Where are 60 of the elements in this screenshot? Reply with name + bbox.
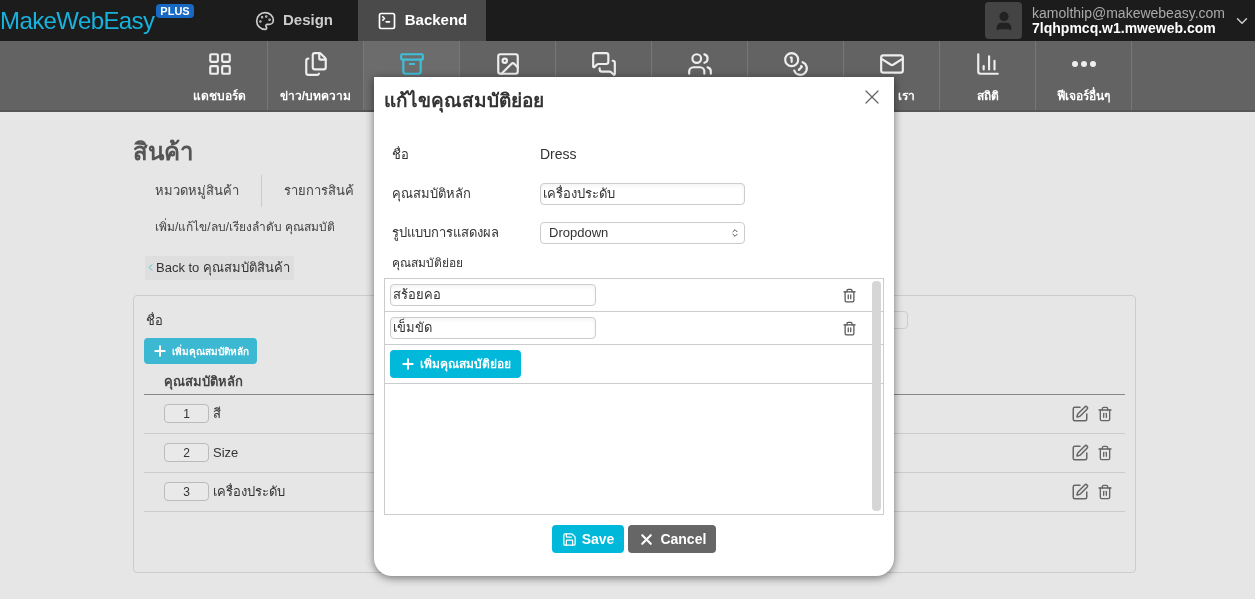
- edit-icon[interactable]: [1071, 404, 1089, 423]
- trash-icon[interactable]: [1097, 483, 1113, 500]
- edit-icon[interactable]: [1071, 443, 1089, 462]
- edit-icon[interactable]: [1071, 482, 1089, 501]
- nav-item[interactable]: สถิติ: [940, 41, 1036, 110]
- sub-attribute-label: คุณสมบัติย่อย: [392, 255, 464, 272]
- plus-badge: PLUS: [156, 4, 194, 18]
- nav-item[interactable]: แดชบอร์ด: [172, 41, 268, 110]
- box-icon: [398, 51, 425, 77]
- people-icon: [686, 51, 713, 77]
- mode-tab[interactable]: Backend: [358, 0, 486, 41]
- more-icon: [1071, 61, 1096, 67]
- site-address: 7lqhpmcq.w1.mweweb.com: [1032, 20, 1216, 36]
- sub-attribute-field[interactable]: สร้อยคอ: [390, 284, 596, 306]
- display-select[interactable]: Dropdown: [540, 221, 745, 244]
- page-subtitle: เพิ่ม/แก้ไข/ลบ/เรียงลำดับ คุณสมบัติ: [155, 218, 336, 236]
- page-title: สินค้า: [133, 137, 193, 167]
- nav-label: ข่าว/บทความ: [279, 88, 352, 105]
- account-email: kamolthip@makewebeasy.com: [1032, 5, 1225, 21]
- nav-label: สถิติ: [976, 88, 999, 105]
- section-tab[interactable]: หมวดหมู่สินค้า: [155, 181, 239, 201]
- coins-icon: [782, 51, 809, 77]
- order-field[interactable]: 3: [164, 482, 209, 502]
- nav-label: เรา: [898, 88, 916, 105]
- nav-label: ฟีเจอร์อื่นๆ: [1057, 87, 1110, 105]
- image-icon: [494, 51, 521, 77]
- grid-icon: [206, 51, 233, 77]
- speech-bubbles-icon: [590, 51, 617, 77]
- field-label: รูปแบบการแสดงผล: [392, 223, 500, 243]
- nav-item[interactable]: ฟีเจอร์อื่นๆ: [1036, 41, 1132, 110]
- cancel-button[interactable]: Cancel: [628, 525, 717, 553]
- order-field[interactable]: 1: [164, 404, 209, 424]
- mode-tab[interactable]: Design: [230, 0, 358, 41]
- trash-icon[interactable]: [1097, 405, 1113, 422]
- main-attribute-field[interactable]: เครื่องประดับ: [540, 182, 745, 205]
- name-value: Dress: [540, 145, 577, 164]
- sub-attribute-field[interactable]: เข็มขัด: [390, 317, 596, 339]
- dialog-title: แก้ไขคุณสมบัติย่อย: [384, 89, 544, 113]
- trash-icon[interactable]: [842, 320, 857, 336]
- save-icon: [561, 531, 577, 547]
- field-label: ชื่อ: [392, 145, 410, 164]
- order-field[interactable]: 2: [164, 443, 209, 463]
- field-label: คุณสมบัติหลัก: [392, 184, 472, 204]
- bar-chart-icon: [974, 51, 1001, 77]
- back-link[interactable]: Back to คุณสมบัติสินค้า: [145, 256, 294, 280]
- attribute-name: เครื่องประดับ: [213, 482, 285, 501]
- nav-label: แดชบอร์ด: [193, 88, 246, 105]
- documents-icon: [302, 51, 329, 77]
- attribute-name: Size: [213, 444, 239, 462]
- name-label: ชื่อ: [145, 311, 163, 330]
- palette-icon: [255, 10, 275, 31]
- brand-logo[interactable]: MakeWebEasy: [0, 6, 155, 36]
- select-arrows-icon: [730, 227, 740, 238]
- envelope-icon: [878, 51, 905, 77]
- trash-icon[interactable]: [1097, 444, 1113, 461]
- section-tab[interactable]: รายการสินค้: [284, 181, 354, 201]
- plus-icon: [400, 356, 416, 372]
- window-tools-icon: [376, 10, 397, 31]
- attribute-name: สี: [213, 405, 221, 423]
- trash-icon[interactable]: [842, 287, 857, 303]
